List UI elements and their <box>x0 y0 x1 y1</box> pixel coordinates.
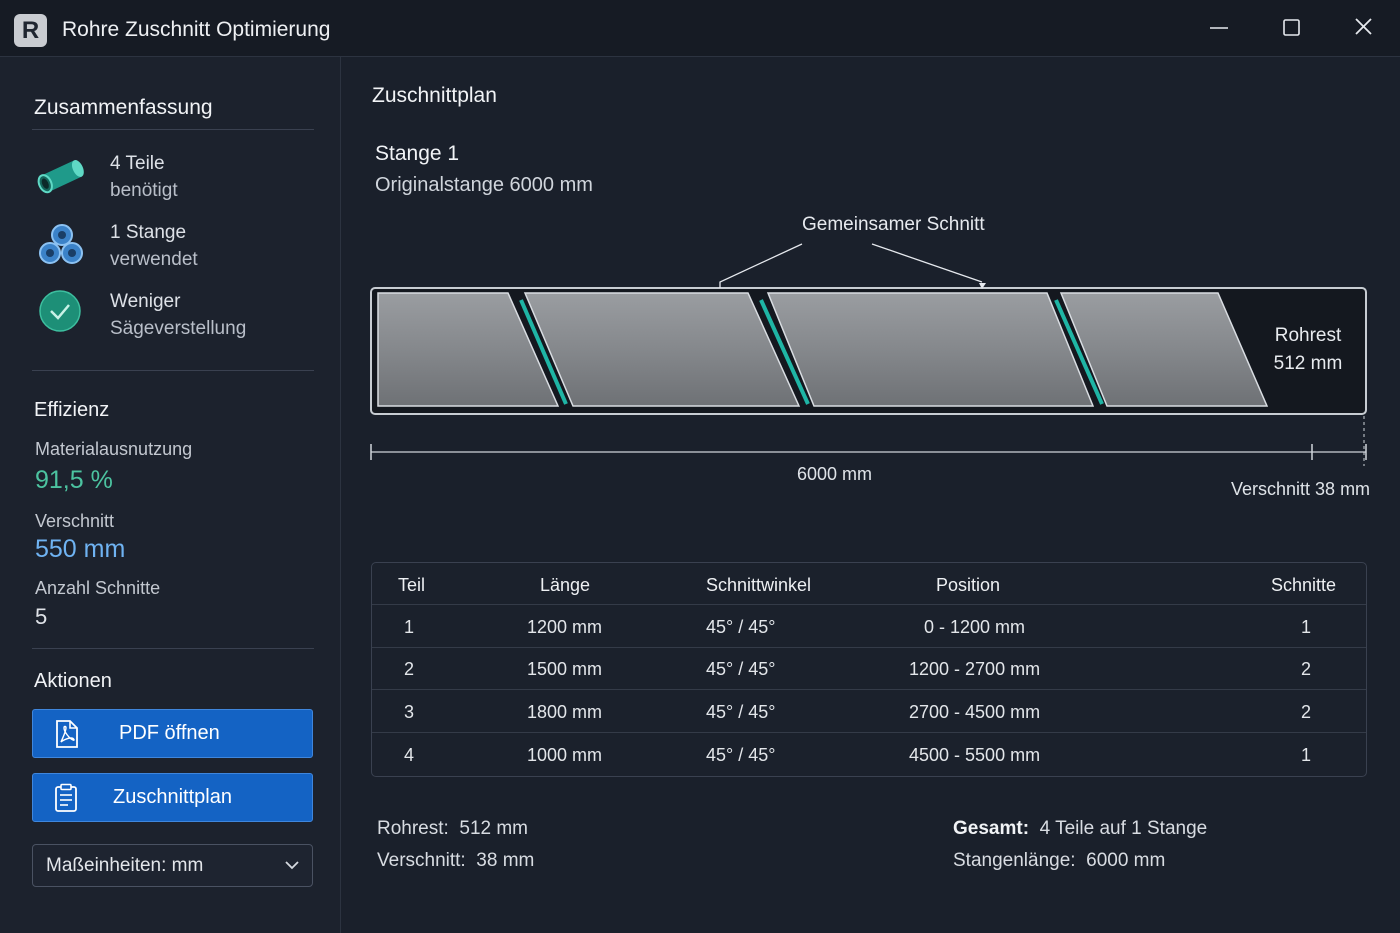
footer-waste-label: Verschnitt: <box>377 850 466 871</box>
footer-rest-label: Rohrest: <box>377 818 449 839</box>
actions-title: Aktionen <box>34 670 112 692</box>
pipe-icon <box>36 153 88 201</box>
divider <box>32 129 314 130</box>
table-cell-cuts: 1 <box>1301 617 1312 637</box>
table-divider <box>372 732 1366 733</box>
piece-3 <box>766 292 1095 407</box>
cutting-plan-button[interactable]: Zuschnittplan <box>32 773 313 822</box>
parts-table: Teil Länge Schnittwinkel Position Schnit… <box>371 562 1367 777</box>
table-cell-length: 1000 mm <box>527 745 603 765</box>
divider <box>32 370 314 371</box>
table-header-angle: Schnittwinkel <box>706 575 812 595</box>
table-header-length: Länge <box>540 575 591 595</box>
table-cell-length: 1500 mm <box>527 659 603 679</box>
units-select[interactable]: Maßeinheiten: mm <box>32 844 313 887</box>
summary-fewer-label: Weniger <box>110 291 181 312</box>
check-circle-icon <box>36 287 88 335</box>
summary-bars-count: 1 Stange <box>110 222 187 243</box>
bar-title: Stange 1 <box>375 142 460 165</box>
summary-title: Zusammenfassung <box>34 96 213 119</box>
table-cell-position: 0 - 1200 mm <box>924 617 1026 637</box>
footer-rest-value: 512 mm <box>459 818 529 839</box>
table-cell-length: 1800 mm <box>527 702 603 722</box>
sidebar: Zusammenfassung 4 Teile benötigt 1 Stang… <box>0 57 341 933</box>
footer-rest: Rohrest: 512 mm <box>377 818 528 840</box>
maximize-button[interactable] <box>1271 12 1311 44</box>
table-cell-angle: 45° / 45° <box>706 702 776 722</box>
summary-parts-label: benötigt <box>110 180 178 201</box>
callout-leader <box>871 243 983 283</box>
table-cell-part: 1 <box>404 617 415 637</box>
summary-bars-label: verwendet <box>110 249 198 270</box>
table-divider <box>372 647 1366 648</box>
title-bar: R Rohre Zuschnitt Optimierung <box>0 0 1400 57</box>
summary-fewer-saw: Weniger Sägeverstellung <box>110 288 246 342</box>
table-cell-position: 1200 - 2700 mm <box>909 659 1041 679</box>
utilization-label: Materialausnutzung <box>35 439 193 459</box>
footer-total: Gesamt: 4 Teile auf 1 Stange <box>953 818 1207 840</box>
waste-label: Verschnitt <box>35 511 115 531</box>
units-select-value: Maßeinheiten: mm <box>46 855 204 876</box>
footer-length: Stangenlänge: 6000 mm <box>953 850 1165 872</box>
cuts-value: 5 <box>35 604 48 629</box>
clipboard-icon <box>51 783 81 813</box>
table-cell-cuts: 2 <box>1301 659 1312 679</box>
footer-length-label: Stangenlänge: <box>953 850 1076 871</box>
footer-waste-value: 38 mm <box>476 850 535 871</box>
table-cell-length: 1200 mm <box>527 617 603 637</box>
utilization-value: 91,5 % <box>35 466 113 494</box>
rest-label: Rohrest 512 mm <box>1256 322 1360 378</box>
cuts-label: Anzahl Schnitte <box>35 578 161 598</box>
close-icon <box>1355 18 1372 35</box>
footer-total-label: Gesamt: <box>953 818 1030 839</box>
divider <box>32 648 314 649</box>
summary-parts-count: 4 Teile <box>110 153 165 174</box>
table-cell-position: 4500 - 5500 mm <box>909 745 1041 765</box>
dimension-waste: Verschnitt 38 mm <box>1231 479 1371 499</box>
table-cell-angle: 45° / 45° <box>706 659 776 679</box>
waste-value: 550 mm <box>35 535 126 563</box>
app-logo-icon: R <box>14 14 47 47</box>
table-cell-angle: 45° / 45° <box>706 617 776 637</box>
pdf-file-icon <box>51 719 81 749</box>
dimension-total: 6000 mm <box>797 464 873 484</box>
rest-label-value: 512 mm <box>1273 353 1343 374</box>
table-cell-position: 2700 - 4500 mm <box>909 702 1041 722</box>
open-pdf-label: PDF öffnen <box>119 722 220 744</box>
table-header-position: Position <box>936 575 1001 595</box>
close-button[interactable] <box>1343 12 1383 44</box>
table-divider <box>372 689 1366 690</box>
table-cell-cuts: 2 <box>1301 702 1312 722</box>
minimize-icon <box>1210 27 1228 29</box>
table-cell-part: 2 <box>404 659 415 679</box>
footer-waste: Verschnitt: 38 mm <box>377 850 534 872</box>
callout-leader <box>719 243 803 288</box>
efficiency-title: Effizienz <box>34 399 110 421</box>
rest-label-title: Rohrest <box>1274 325 1342 346</box>
maximize-icon <box>1283 19 1300 36</box>
table-header-part: Teil <box>398 575 426 595</box>
open-pdf-button[interactable]: PDF öffnen <box>32 709 313 758</box>
cutting-diagram <box>370 243 1367 466</box>
table-divider <box>372 604 1366 605</box>
table-cell-part: 4 <box>404 745 415 765</box>
chevron-down-icon <box>285 861 299 870</box>
table-cell-part: 3 <box>404 702 415 722</box>
pipe-stack-icon <box>36 221 88 269</box>
footer-length-value: 6000 mm <box>1086 850 1166 871</box>
table-cell-angle: 45° / 45° <box>706 745 776 765</box>
cutting-plan-label: Zuschnittplan <box>113 786 232 808</box>
minimize-button[interactable] <box>1199 12 1239 44</box>
summary-bars: 1 Stange verwendet <box>110 219 198 273</box>
summary-parts: 4 Teile benötigt <box>110 150 178 204</box>
footer-total-value: 4 Teile auf 1 Stange <box>1039 818 1208 839</box>
table-header-cuts: Schnitte <box>1271 575 1337 595</box>
bar-subtitle: Originalstange 6000 mm <box>375 174 593 196</box>
table-cell-cuts: 1 <box>1301 745 1312 765</box>
summary-saw-label: Sägeverstellung <box>110 318 247 339</box>
page-title: Zuschnittplan <box>372 84 497 107</box>
shared-cut-callout: Gemeinsamer Schnitt <box>802 214 985 235</box>
window-title: Rohre Zuschnitt Optimierung <box>62 18 331 41</box>
